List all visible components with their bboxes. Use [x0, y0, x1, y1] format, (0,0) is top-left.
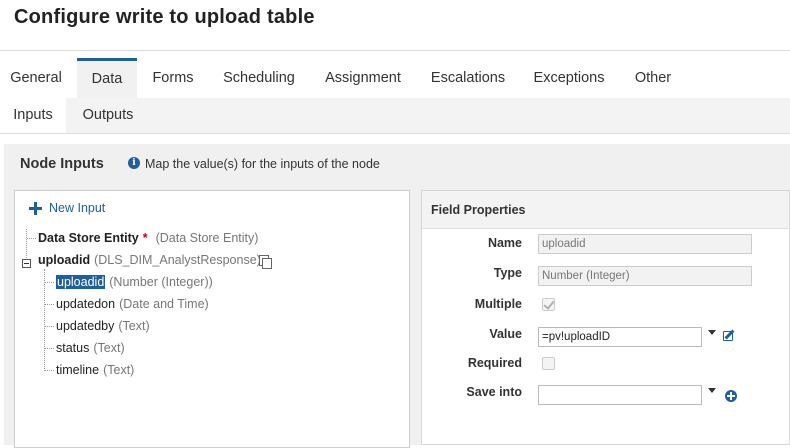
info-icon: i	[128, 157, 140, 169]
save-into-dropdown-caret-icon[interactable]	[708, 388, 716, 393]
subtab-outputs[interactable]: Outputs	[70, 98, 146, 133]
tree-connector	[44, 269, 45, 371]
tree-node-data-store-entity[interactable]: Data Store Entity * (Data Store Entity)	[38, 229, 258, 247]
tree-node-type: (DLS_DIM_AnalystResponse)	[94, 253, 261, 267]
main-tabbar: General Data Forms Scheduling Assignment…	[0, 58, 790, 100]
multiple-checkbox	[542, 298, 555, 311]
tab-other[interactable]: Other	[625, 58, 681, 98]
edit-expression-icon[interactable]	[723, 328, 737, 342]
tree-node-name: status	[56, 341, 90, 355]
subtab-inputs[interactable]: Inputs	[0, 98, 66, 133]
sub-tabbar: Inputs Outputs	[0, 98, 790, 134]
tree-node-updatedby[interactable]: updatedby (Text)	[56, 317, 150, 335]
multiple-label: Multiple	[474, 297, 522, 311]
tree-node-updatedon[interactable]: updatedon (Date and Time)	[56, 295, 209, 313]
tab-assignment[interactable]: Assignment	[316, 58, 410, 98]
value-input[interactable]: =pv!uploadID	[538, 327, 702, 347]
tree-node-name: updatedby	[56, 319, 115, 333]
plus-icon	[29, 202, 42, 215]
tab-forms[interactable]: Forms	[144, 58, 202, 98]
field-properties-title: Field Properties	[431, 203, 526, 217]
tree-node-uploadid-parent[interactable]: uploadid (DLS_DIM_AnalystResponse)	[38, 251, 261, 269]
copy-icon[interactable]	[259, 255, 272, 269]
tab-scheduling[interactable]: Scheduling	[216, 58, 302, 98]
checkmark-icon	[543, 298, 555, 310]
value-dropdown-caret-icon[interactable]	[708, 330, 716, 335]
tree-node-name: updatedon	[56, 297, 116, 311]
tree-node-name: Data Store Entity	[38, 231, 139, 245]
tab-exceptions[interactable]: Exceptions	[525, 58, 613, 98]
tree-connector	[45, 370, 54, 371]
inputs-tree: New Input Data Store Entity * (Data Store …	[14, 190, 410, 448]
tree-node-uploadid[interactable]: uploadid (Number (Integer))	[56, 273, 213, 291]
save-into-label: Save into	[466, 385, 522, 399]
tree-node-name: timeline	[56, 363, 100, 377]
node-inputs-panel: Node Inputs i Map the value(s) for the i…	[4, 144, 790, 448]
required-marker: *	[142, 231, 148, 245]
tree-node-status[interactable]: status (Text)	[56, 339, 125, 357]
field-properties-panel: Field Properties Name uploadid Type Numb…	[421, 190, 790, 445]
header-divider	[0, 50, 790, 51]
field-properties-header: Field Properties	[422, 191, 789, 229]
name-label: Name	[487, 236, 522, 250]
tab-escalations[interactable]: Escalations	[423, 58, 513, 98]
node-inputs-header: Node Inputs i Map the value(s) for the i…	[4, 144, 790, 184]
required-checkbox	[542, 357, 555, 370]
tree-node-type: (Number (Integer))	[109, 275, 213, 289]
tree-connector	[45, 282, 54, 283]
tree-connector	[45, 304, 54, 305]
tree-node-type: (Date and Time)	[119, 297, 209, 311]
type-label: Type	[493, 266, 522, 280]
tree-node-type: (Text)	[103, 363, 135, 377]
page-title: Configure write to upload table	[14, 6, 315, 28]
tree-connector	[27, 238, 36, 239]
tab-general[interactable]: General	[0, 58, 72, 98]
tree-node-type: (Text)	[93, 341, 125, 355]
add-circle-icon[interactable]	[725, 390, 737, 402]
collapse-toggle[interactable]	[22, 259, 31, 268]
tree-node-timeline[interactable]: timeline (Text)	[56, 361, 134, 379]
tab-data[interactable]: Data	[77, 58, 137, 100]
tree-connector	[45, 348, 54, 349]
name-field: uploadid	[538, 234, 752, 254]
required-label: Required	[467, 356, 522, 370]
tree-node-name: uploadid	[38, 253, 91, 267]
new-input-label: New Input	[49, 201, 106, 215]
save-into-input[interactable]	[538, 385, 702, 405]
tree-node-type: (Data Store Entity)	[155, 231, 259, 245]
tree-connector	[45, 326, 54, 327]
tree-node-name: uploadid	[56, 275, 106, 289]
node-inputs-title: Node Inputs	[20, 156, 104, 172]
type-field: Number (Integer)	[538, 266, 752, 286]
node-inputs-info-text: Map the value(s) for the inputs of the n…	[145, 157, 380, 171]
value-label: Value	[489, 327, 522, 341]
tree-node-type: (Text)	[118, 319, 150, 333]
